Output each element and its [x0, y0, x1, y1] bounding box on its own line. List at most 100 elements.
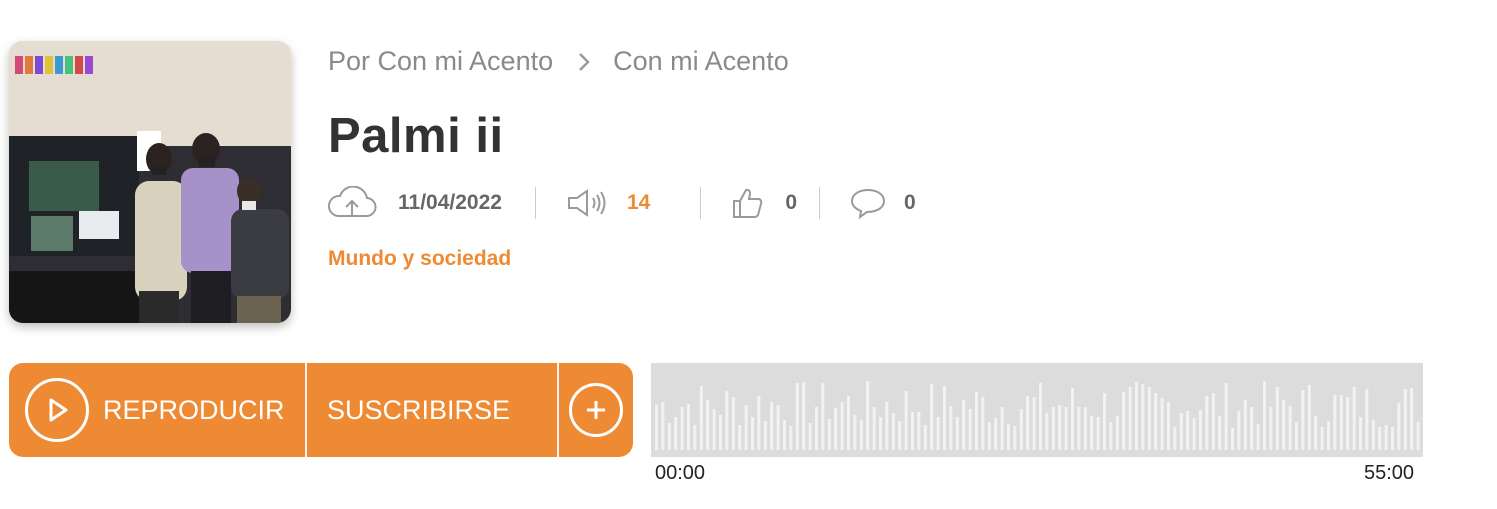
waveform-bar	[795, 383, 799, 450]
waveform-bar	[667, 423, 671, 450]
chevron-right-icon	[579, 52, 590, 71]
thumbs-up-icon[interactable]	[731, 187, 765, 219]
waveform-bar	[923, 425, 927, 450]
waveform-bar	[968, 409, 972, 450]
waveform-bar	[1135, 382, 1138, 450]
waveform-graphic	[655, 381, 1420, 450]
like-count: 0	[785, 191, 797, 214]
play-button-label: REPRODUCIR	[103, 394, 285, 425]
stat-divider	[819, 187, 820, 219]
waveform-bar	[930, 384, 934, 450]
waveform-bar	[1333, 395, 1337, 450]
waveform-bar	[904, 391, 908, 450]
waveform-bar	[834, 408, 838, 450]
comment-bubble-icon[interactable]	[850, 187, 886, 219]
play-button[interactable]: REPRODUCIR	[9, 363, 305, 457]
waveform-bar	[1231, 428, 1234, 450]
waveform-bar	[815, 407, 818, 450]
waveform-bar	[1403, 389, 1407, 450]
comment-count: 0	[904, 191, 916, 214]
waveform-bar	[911, 412, 914, 450]
stat-divider	[534, 187, 536, 219]
waveform-bar	[1269, 407, 1273, 450]
waveform-progress-bar[interactable]	[651, 363, 1423, 457]
waveform-bar	[1186, 411, 1190, 450]
waveform-bar	[1199, 410, 1202, 450]
waveform-bar	[1211, 393, 1215, 450]
waveform-bar	[1205, 396, 1209, 450]
waveform-bar	[1083, 407, 1087, 450]
waveform-bar	[885, 402, 889, 450]
waveform-bar	[1397, 403, 1401, 450]
more-options-button[interactable]	[559, 363, 633, 457]
podcast-cover-image[interactable]	[9, 41, 291, 323]
waveform-bar	[1173, 427, 1177, 450]
waveform-bar	[1237, 411, 1241, 450]
stat-divider	[700, 187, 702, 219]
waveform-bar	[731, 397, 735, 450]
waveform-bar	[1051, 407, 1055, 450]
waveform-bar	[1141, 384, 1145, 450]
waveform-bar	[744, 405, 748, 450]
waveform-bar	[1109, 422, 1113, 450]
waveform-bar	[859, 420, 863, 450]
play-count: 14	[626, 191, 651, 214]
waveform-bar	[943, 386, 946, 450]
category-link[interactable]: Mundo y sociedad	[328, 247, 511, 271]
waveform-bar	[1250, 407, 1254, 450]
episode-title: Palmi ii	[328, 109, 504, 163]
subscribe-button-label: SUSCRIBIRSE	[327, 394, 511, 425]
waveform-bar	[1000, 407, 1004, 450]
waveform-bar	[1327, 421, 1330, 450]
waveform-bar	[821, 383, 825, 450]
waveform-bar	[1282, 400, 1286, 450]
waveform-bar	[981, 397, 985, 450]
breadcrumb: Por Con mi Acento Con mi Acento	[328, 46, 789, 77]
waveform-bar	[1224, 383, 1228, 450]
waveform-bar	[1371, 420, 1375, 450]
waveform-bar	[840, 402, 844, 450]
waveform-bar	[706, 400, 710, 450]
waveform-bar	[1391, 427, 1394, 450]
waveform-bar	[936, 417, 940, 450]
subscribe-button[interactable]: SUSCRIBIRSE	[307, 363, 557, 457]
waveform-bar	[1243, 400, 1247, 450]
button-divider	[557, 363, 559, 457]
waveform-bar	[1090, 416, 1094, 450]
action-bar: REPRODUCIR SUSCRIBIRSE	[9, 363, 633, 457]
button-divider	[305, 363, 307, 457]
waveform-bar	[1128, 387, 1132, 450]
likes-stat[interactable]: 0	[731, 186, 797, 220]
waveform-bar	[1359, 417, 1362, 450]
waveform-bar	[680, 407, 684, 450]
waveform-bar	[994, 418, 998, 450]
waveform-bar	[1064, 407, 1068, 450]
waveform-bar	[1295, 422, 1298, 450]
waveform-bar	[1314, 416, 1318, 450]
waveform-bar	[1288, 406, 1292, 450]
waveform-bar	[1192, 418, 1196, 450]
episode-stats: 11/04/2022 14 0 0	[326, 186, 916, 220]
waveform-bar	[1103, 393, 1106, 450]
waveform-bar	[1346, 397, 1350, 450]
breadcrumb-parent-link[interactable]: Por Con mi Acento	[328, 46, 553, 77]
waveform-bar	[1032, 397, 1036, 450]
waveform-bar	[751, 417, 754, 450]
waveform-bar	[1416, 422, 1420, 450]
waveform-bar	[1013, 426, 1017, 450]
waveform-bar	[1410, 388, 1414, 450]
waveform-bar	[955, 417, 959, 450]
waveform-bar	[1160, 398, 1164, 450]
waveform-bar	[1019, 409, 1023, 450]
waveform-bar	[770, 402, 774, 450]
comments-stat[interactable]: 0	[850, 186, 916, 220]
waveform-bar	[1218, 416, 1222, 450]
waveform-bar	[1039, 383, 1042, 450]
waveform-bar	[872, 407, 876, 450]
waveform-bar	[655, 405, 658, 450]
waveform-bar	[975, 392, 978, 450]
breadcrumb-current-link[interactable]: Con mi Acento	[613, 46, 789, 77]
waveform-bar	[763, 421, 767, 450]
waveform-bar	[1378, 427, 1382, 450]
upload-date-stat: 11/04/2022	[326, 186, 502, 220]
